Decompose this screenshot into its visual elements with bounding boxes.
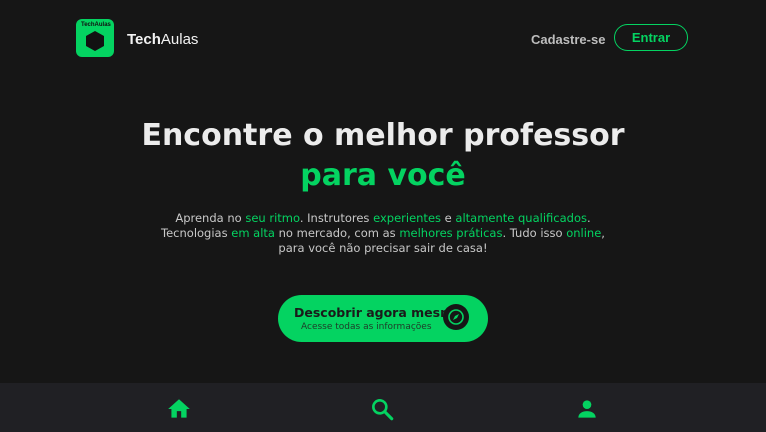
- home-icon: [168, 399, 190, 418]
- header: TechAulas TechAulas Cadastre-se Entrar: [0, 0, 766, 80]
- nav-home[interactable]: [166, 396, 192, 422]
- hero-title: Encontre o melhor professor para você: [0, 116, 766, 196]
- brand-name: TechAulas: [127, 31, 198, 48]
- hero-title-line1: Encontre o melhor professor: [141, 118, 625, 153]
- description-text: ,: [601, 226, 605, 240]
- hero-title-line2: para você: [300, 158, 466, 193]
- logo[interactable]: TechAulas: [76, 19, 114, 57]
- highlight-text: melhores práticas: [399, 226, 503, 240]
- description-text: . Tudo isso: [502, 226, 567, 240]
- user-icon: [578, 400, 596, 418]
- description-line: para você não precisar sair de casa!: [0, 241, 766, 256]
- enter-button[interactable]: Entrar: [614, 24, 688, 51]
- highlight-text: online: [566, 226, 602, 240]
- search-icon: [372, 399, 394, 421]
- description-line: Tecnologias em alta no mercado, com as m…: [0, 226, 766, 241]
- brand-name-bold: Tech: [127, 31, 161, 48]
- description-text: para você não precisar sair de casa!: [278, 241, 488, 255]
- highlight-text: experientes: [373, 211, 442, 225]
- highlight-text: altamente qualificados: [455, 211, 587, 225]
- bottom-nav: [0, 383, 766, 432]
- discover-button-title: Descobrir agora mesmo: [294, 305, 462, 320]
- hero-description: Aprenda no seu ritmo. Instrutores experi…: [0, 211, 766, 256]
- description-text: no mercado, com as: [274, 226, 400, 240]
- description-text: . Instrutores: [299, 211, 374, 225]
- highlight-text: em alta: [231, 226, 275, 240]
- signup-link[interactable]: Cadastre-se: [531, 32, 605, 47]
- description-text: Tecnologias: [161, 226, 232, 240]
- cube-icon: [86, 31, 104, 51]
- description-text: Aprenda no: [175, 211, 246, 225]
- nav-profile[interactable]: [574, 396, 600, 422]
- description-text: e: [441, 211, 456, 225]
- brand-name-light: Aulas: [160, 31, 199, 48]
- description-text: .: [586, 211, 591, 225]
- logo-mini-text: TechAulas: [81, 22, 111, 28]
- discover-button-subtitle: Acesse todas as informações: [301, 322, 432, 332]
- nav-search[interactable]: [369, 396, 395, 422]
- compass-icon[interactable]: [443, 304, 469, 330]
- highlight-text: seu ritmo: [245, 211, 300, 225]
- description-line: Aprenda no seu ritmo. Instrutores experi…: [0, 211, 766, 226]
